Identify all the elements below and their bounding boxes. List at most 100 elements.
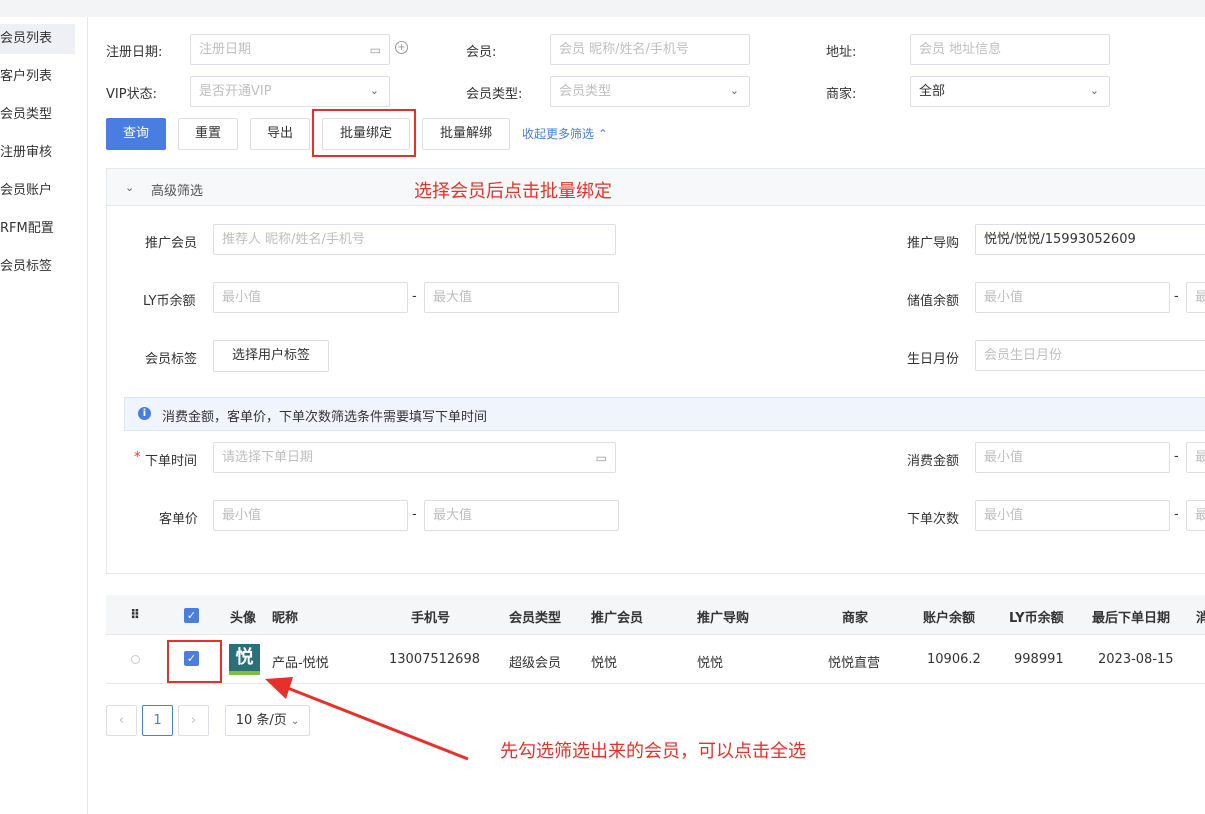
info-icon: i xyxy=(138,407,151,420)
header-truncated: 消 xyxy=(1196,611,1205,626)
header-phone: 手机号 xyxy=(411,611,451,626)
cell-member-type: 超级会员 xyxy=(509,656,562,671)
member-placeholder: 会员 昵称/姓名/手机号 xyxy=(559,42,689,57)
merchant-select[interactable]: 全部 ⌄ xyxy=(910,76,1110,107)
min-placeholder: 最小值 xyxy=(984,290,1024,305)
arrow-shaft xyxy=(284,685,469,761)
select-hint-annotation: 先勾选筛选出来的会员，可以点击全选 xyxy=(500,741,806,762)
info-text: 消费金额，客单价，下单次数筛选条件需要填写下单时间 xyxy=(162,410,488,425)
count-min-input[interactable]: 最小值 xyxy=(975,500,1170,531)
sidebar-item-label: 客户列表 xyxy=(0,69,53,84)
export-button[interactable]: 导出 xyxy=(250,118,310,150)
reset-button[interactable]: 重置 xyxy=(178,118,238,150)
query-button[interactable]: 查询 xyxy=(106,118,166,150)
sidebar-item-label: 会员标签 xyxy=(0,259,53,274)
cell-guide: 悦悦 xyxy=(697,656,724,671)
range-dash: - xyxy=(412,289,417,304)
checkbox-highlight xyxy=(167,640,222,683)
spend-min-input[interactable]: 最小值 xyxy=(975,442,1170,473)
member-type-placeholder: 会员类型 xyxy=(559,84,612,99)
next-page-button[interactable]: › xyxy=(178,705,209,736)
header-nickname: 昵称 xyxy=(272,611,299,626)
avatar-text: 悦 xyxy=(235,647,254,668)
order-time-placeholder: 请选择下单日期 xyxy=(222,450,314,465)
required-star: * xyxy=(134,450,141,465)
range-dash: - xyxy=(1174,507,1179,522)
sidebar-item-label: 会员类型 xyxy=(0,107,53,122)
order-time-input[interactable]: 请选择下单日期 ▭ xyxy=(213,442,616,473)
min-placeholder: 最小值 xyxy=(222,290,262,305)
collapse-filters-link[interactable]: 收起更多筛选 ⌃ xyxy=(522,125,608,142)
calendar-icon: ▭ xyxy=(595,451,607,465)
reg-date-label: 注册日期: xyxy=(106,45,163,60)
prev-page-button[interactable]: ‹ xyxy=(106,705,137,736)
reg-date-placeholder: 注册日期 xyxy=(199,42,252,57)
birthday-select[interactable]: 会员生日月份 xyxy=(975,340,1205,371)
calendar-icon: ▭ xyxy=(369,43,381,57)
max-placeholder: 最大值 xyxy=(433,508,473,523)
merchant-label: 商家: xyxy=(826,87,857,102)
header-avatar: 头像 xyxy=(230,611,257,626)
advanced-filter-header[interactable] xyxy=(107,169,1205,206)
chevron-down-icon: ⌄ xyxy=(1089,84,1099,97)
address-input[interactable]: 会员 地址信息 xyxy=(910,34,1110,65)
cell-last-order: 2023-08-15 xyxy=(1098,652,1174,667)
chevron-down-icon[interactable]: ⌄ xyxy=(125,181,134,194)
avg-min-input[interactable]: 最小值 xyxy=(213,500,408,531)
add-circle-icon[interactable]: + xyxy=(395,41,408,54)
min-placeholder: 最小值 xyxy=(984,450,1024,465)
chevron-up-icon: ⌃ xyxy=(597,127,608,141)
merchant-value: 全部 xyxy=(919,84,946,99)
avg-order-label: 客单价 xyxy=(159,512,199,527)
annotation-arrow xyxy=(265,677,469,761)
advanced-filter-title: 高级筛选 xyxy=(151,184,204,199)
bind-hint-annotation: 选择会员后点击批量绑定 xyxy=(414,181,612,202)
arrow-head xyxy=(265,677,293,699)
reg-date-input[interactable]: 注册日期 ▭ xyxy=(190,34,390,65)
vip-placeholder: 是否开通VIP xyxy=(199,84,272,99)
member-label: 会员: xyxy=(466,45,497,60)
sidebar-item-registration-review[interactable]: 注册审核 xyxy=(0,138,75,168)
stored-max-input[interactable]: 最 xyxy=(1186,282,1205,313)
member-search-input[interactable]: 会员 昵称/姓名/手机号 xyxy=(550,34,750,65)
min-placeholder: 最小值 xyxy=(984,508,1024,523)
select-user-tag-button[interactable]: 选择用户标签 xyxy=(213,340,329,372)
promoter-label: 推广会员 xyxy=(145,236,198,251)
column-settings-icon[interactable]: ⠿ xyxy=(130,608,140,623)
sidebar-item-label: 会员列表 xyxy=(0,31,53,46)
count-max-input[interactable]: 最 xyxy=(1186,500,1205,531)
header-promoter: 推广会员 xyxy=(591,611,644,626)
page-1-button[interactable]: 1 xyxy=(142,705,173,736)
row-radio[interactable] xyxy=(131,655,140,664)
top-bar xyxy=(0,0,1205,17)
sidebar-item-member-account[interactable]: 会员账户 xyxy=(0,176,75,206)
avg-max-input[interactable]: 最大值 xyxy=(424,500,619,531)
vip-select[interactable]: 是否开通VIP ⌄ xyxy=(190,76,390,107)
address-placeholder: 会员 地址信息 xyxy=(919,42,1002,57)
stored-min-input[interactable]: 最小值 xyxy=(975,282,1170,313)
cell-phone: 13007512698 xyxy=(389,652,480,667)
sidebar-item-label: RFM配置 xyxy=(0,221,54,236)
chevron-down-icon: ⌄ xyxy=(729,84,739,97)
member-type-label: 会员类型: xyxy=(466,87,523,102)
sidebar-item-customer-list[interactable]: 客户列表 xyxy=(0,62,75,92)
cell-merchant: 悦悦直营 xyxy=(828,656,881,671)
spend-max-input[interactable]: 最 xyxy=(1186,442,1205,473)
sidebar-item-member-list[interactable]: 会员列表 xyxy=(0,24,75,54)
bulk-bind-highlight xyxy=(312,109,416,157)
ly-max-input[interactable]: 最大值 xyxy=(424,282,619,313)
sidebar-item-rfm-config[interactable]: RFM配置 xyxy=(0,214,75,244)
promoter-input[interactable]: 推荐人 昵称/姓名/手机号 xyxy=(213,224,616,255)
order-time-label: 下单时间 xyxy=(145,454,198,469)
sidebar-item-member-tags[interactable]: 会员标签 xyxy=(0,252,75,282)
guide-input[interactable]: 悦悦/悦悦/15993052609 xyxy=(975,224,1205,255)
sidebar-item-member-type[interactable]: 会员类型 xyxy=(0,100,75,130)
member-type-select[interactable]: 会员类型 ⌄ xyxy=(550,76,750,107)
select-all-checkbox[interactable]: ✓ xyxy=(184,608,199,623)
ly-min-input[interactable]: 最小值 xyxy=(213,282,408,313)
bulk-unbind-button[interactable]: 批量解绑 xyxy=(422,118,510,150)
birthday-placeholder: 会员生日月份 xyxy=(984,348,1063,363)
header-ly-balance: LY币余额 xyxy=(1009,611,1064,626)
max-placeholder: 最 xyxy=(1195,508,1205,523)
spend-label: 消费金额 xyxy=(907,454,960,469)
